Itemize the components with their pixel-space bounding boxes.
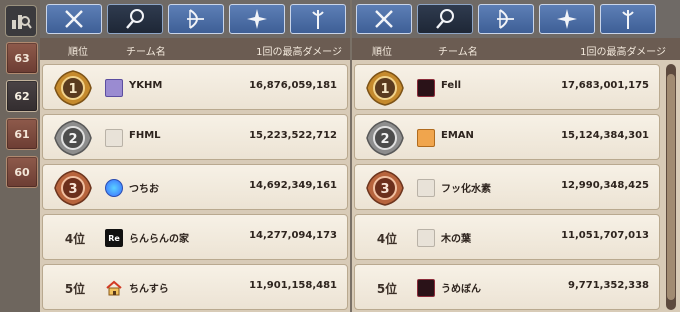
cross-star-icon bbox=[247, 9, 267, 29]
silver-medal-icon: 2 bbox=[54, 120, 92, 156]
svg-text:3: 3 bbox=[68, 182, 77, 197]
damage-value: 11,901,158,481 bbox=[249, 280, 337, 291]
demon-icon bbox=[417, 279, 435, 297]
staff-icon bbox=[312, 10, 324, 29]
bronze-medal-icon: 3 bbox=[54, 170, 92, 206]
col-rank: 順位 bbox=[372, 47, 392, 58]
ranking-screen: 63 62 61 60 順位 チーム名 1回の最高ダメージ 1 YKHM 16,… bbox=[0, 0, 680, 312]
damage-value: 11,051,707,013 bbox=[561, 230, 649, 241]
column-header: 順位 チーム名 1回の最高ダメージ bbox=[40, 38, 350, 60]
weapon-tab-bar bbox=[40, 0, 350, 38]
season-tab-62[interactable]: 62 bbox=[6, 80, 38, 112]
svg-text:2: 2 bbox=[380, 132, 389, 147]
team-name: 木の葉 bbox=[441, 234, 471, 245]
team-name: FHML bbox=[129, 130, 161, 141]
col-damage: 1回の最高ダメージ bbox=[256, 47, 342, 58]
damage-value: 15,223,522,712 bbox=[249, 130, 337, 141]
wand-icon bbox=[436, 9, 454, 29]
cat-icon bbox=[417, 129, 435, 147]
placeholder-icon bbox=[417, 229, 435, 247]
table-row[interactable]: 4位 木の葉 11,051,707,013 bbox=[354, 214, 660, 260]
tab-cross[interactable] bbox=[229, 4, 285, 34]
globe-icon bbox=[105, 179, 123, 197]
demon-icon bbox=[417, 79, 435, 97]
re-logo-icon: Re bbox=[105, 229, 123, 247]
sword-icon bbox=[65, 10, 83, 28]
svg-text:2: 2 bbox=[68, 132, 77, 147]
table-row[interactable]: 2 EMAN 15,124,384,301 bbox=[354, 114, 660, 160]
table-row[interactable]: 5位 ちんすら 11,901,158,481 bbox=[42, 264, 348, 310]
svg-text:1: 1 bbox=[380, 82, 389, 97]
damage-value: 14,277,094,173 bbox=[249, 230, 337, 241]
left-ranking-panel: 順位 チーム名 1回の最高ダメージ 1 YKHM 16,876,059,181 … bbox=[40, 0, 350, 312]
team-name: つちお bbox=[129, 184, 159, 195]
tab-sword[interactable] bbox=[356, 4, 412, 34]
team-name: ちんすら bbox=[129, 284, 169, 295]
bow-icon bbox=[497, 9, 514, 29]
season-tab-60[interactable]: 60 bbox=[6, 156, 38, 188]
col-team: チーム名 bbox=[126, 47, 166, 58]
season-tab-63[interactable]: 63 bbox=[6, 42, 38, 74]
ranking-filter-button[interactable] bbox=[5, 5, 37, 37]
silver-medal-icon: 2 bbox=[366, 120, 404, 156]
scrollbar-thumb[interactable] bbox=[667, 74, 675, 300]
col-damage: 1回の最高ダメージ bbox=[580, 47, 666, 58]
house-icon bbox=[106, 280, 122, 296]
damage-value: 9,771,352,338 bbox=[568, 280, 649, 291]
tab-staff[interactable] bbox=[600, 4, 656, 34]
wand-icon bbox=[126, 9, 144, 29]
damage-value: 17,683,001,175 bbox=[561, 80, 649, 91]
gold-medal-icon: 1 bbox=[366, 70, 404, 106]
tab-wand[interactable] bbox=[107, 4, 163, 34]
avatar-icon bbox=[105, 79, 123, 97]
svg-text:3: 3 bbox=[380, 182, 389, 197]
table-row[interactable]: 5位 うめぼん 9,771,352,338 bbox=[354, 264, 660, 310]
gold-medal-icon: 1 bbox=[54, 70, 92, 106]
season-tab-61[interactable]: 61 bbox=[6, 118, 38, 150]
damage-value: 14,692,349,161 bbox=[249, 180, 337, 191]
team-name: Fell bbox=[441, 80, 462, 91]
col-rank: 順位 bbox=[68, 47, 88, 58]
scrollbar[interactable] bbox=[666, 64, 676, 310]
svg-text:1: 1 bbox=[68, 82, 77, 97]
tab-bow[interactable] bbox=[478, 4, 534, 34]
team-name: うめぼん bbox=[441, 284, 481, 295]
cross-star-icon bbox=[557, 9, 577, 29]
weapon-tab-bar bbox=[352, 0, 680, 38]
table-row[interactable]: 1 YKHM 16,876,059,181 bbox=[42, 64, 348, 110]
team-name: フッ化水素 bbox=[441, 184, 491, 195]
tab-bow[interactable] bbox=[168, 4, 224, 34]
rank-label: 4位 bbox=[64, 232, 86, 246]
sword-icon bbox=[375, 10, 393, 28]
damage-value: 15,124,384,301 bbox=[561, 130, 649, 141]
team-name: らんらんの家 bbox=[129, 234, 189, 245]
team-name: EMAN bbox=[441, 130, 474, 141]
rank-label: 4位 bbox=[376, 232, 398, 246]
tab-sword[interactable] bbox=[46, 4, 102, 34]
staff-icon bbox=[622, 10, 634, 29]
right-ranking-panel: 順位 チーム名 1回の最高ダメージ 1 Fell 17,683,001,175 … bbox=[352, 0, 680, 312]
table-row[interactable]: 1 Fell 17,683,001,175 bbox=[354, 64, 660, 110]
table-row[interactable]: 4位 Re らんらんの家 14,277,094,173 bbox=[42, 214, 348, 260]
rank-label: 5位 bbox=[376, 282, 398, 296]
damage-value: 16,876,059,181 bbox=[249, 80, 337, 91]
team-name: YKHM bbox=[129, 80, 163, 91]
col-team: チーム名 bbox=[438, 47, 478, 58]
table-row[interactable]: 3 つちお 14,692,349,161 bbox=[42, 164, 348, 210]
placeholder-icon bbox=[105, 129, 123, 147]
rank-label: 5位 bbox=[64, 282, 86, 296]
bow-icon bbox=[187, 9, 204, 29]
tab-wand[interactable] bbox=[417, 4, 473, 34]
table-row[interactable]: 2 FHML 15,223,522,712 bbox=[42, 114, 348, 160]
season-sidebar: 63 62 61 60 bbox=[0, 0, 40, 312]
column-header: 順位 チーム名 1回の最高ダメージ bbox=[352, 38, 680, 60]
ranking-chart-icon bbox=[12, 15, 32, 29]
bronze-medal-icon: 3 bbox=[366, 170, 404, 206]
damage-value: 12,990,348,425 bbox=[561, 180, 649, 191]
table-row[interactable]: 3 フッ化水素 12,990,348,425 bbox=[354, 164, 660, 210]
tab-staff[interactable] bbox=[290, 4, 346, 34]
placeholder-icon bbox=[417, 179, 435, 197]
tab-cross[interactable] bbox=[539, 4, 595, 34]
